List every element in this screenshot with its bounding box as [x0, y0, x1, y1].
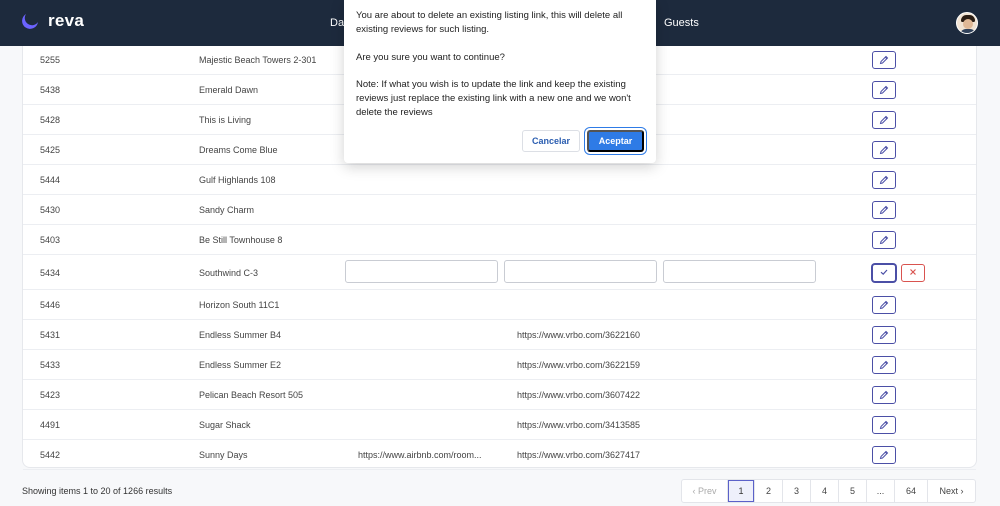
- pencil-icon: [879, 115, 889, 125]
- page-1[interactable]: 1: [728, 480, 755, 502]
- table-row: 5434 Southwind C-3: [23, 255, 976, 290]
- listing-name: Sugar Shack: [199, 420, 251, 430]
- listing-name: Sunny Days: [199, 450, 248, 460]
- pencil-icon: [879, 330, 889, 340]
- reva-logo-icon: [22, 12, 40, 30]
- listing-id: 5255: [40, 55, 61, 65]
- pencil-icon: [879, 450, 889, 460]
- edit-button[interactable]: [872, 141, 896, 159]
- listing-name: Gulf Highlands 108: [199, 175, 276, 185]
- pencil-icon: [879, 85, 889, 95]
- listing-name: Pelican Beach Resort 505: [199, 390, 304, 400]
- confirm-edit-button[interactable]: [872, 263, 896, 282]
- table-row: 5442 Sunny Days https://www.airbnb.com/roo…: [23, 440, 976, 470]
- table-row: 5403 Be Still Townhouse 8: [23, 225, 976, 255]
- dialog-note-text: Note: If what you wish is to update the …: [356, 79, 631, 118]
- edit-button[interactable]: [872, 296, 896, 314]
- pagination: ‹ Prev 1 2 3 4 5... 64 Next ›: [681, 479, 976, 503]
- listing-id: 4491: [40, 420, 61, 430]
- prev-page-button[interactable]: ‹ Prev: [682, 480, 728, 502]
- table-row: 5446 Horizon South 11C1: [23, 290, 976, 320]
- dialog-question-text: Are you sure you want to continue?: [356, 52, 505, 63]
- listing-name: Be Still Townhouse 8: [199, 235, 283, 245]
- listing-name: Emerald Dawn: [199, 85, 259, 95]
- accept-button[interactable]: Aceptar: [587, 130, 644, 152]
- cancel-edit-button[interactable]: [901, 263, 925, 282]
- listing-id: 5434: [40, 267, 61, 278]
- pencil-icon: [879, 420, 889, 430]
- edit-button[interactable]: [872, 416, 896, 434]
- nav-item-guests[interactable]: Guests: [664, 17, 699, 29]
- edit-button[interactable]: [872, 326, 896, 344]
- pencil-icon: [879, 205, 889, 215]
- page-5[interactable]: 5: [839, 480, 867, 502]
- close-icon: [908, 267, 918, 279]
- edit-button[interactable]: [872, 111, 896, 129]
- pencil-icon: [879, 390, 889, 400]
- edit-button[interactable]: [872, 171, 896, 189]
- listing-id: 5423: [40, 390, 61, 400]
- brand-logo[interactable]: reva: [22, 11, 84, 31]
- listing-name: Majestic Beach Towers 2-301: [199, 55, 317, 65]
- table-row: 4491 Sugar Shack https://www.vrbo.com/3413…: [23, 410, 976, 440]
- page-4[interactable]: 4: [811, 480, 839, 502]
- vrbo-link: https://www.vrbo.com/3622159: [517, 360, 641, 370]
- pencil-icon: [879, 360, 889, 370]
- listing-id: 5428: [40, 115, 61, 125]
- listing-name: Sandy Charm: [199, 205, 255, 215]
- confirm-delete-dialog: You are about to delete an existing list…: [344, 0, 656, 163]
- listing-name: This is Living: [199, 115, 252, 125]
- page-64[interactable]: 64: [895, 480, 928, 502]
- cancel-button[interactable]: Cancelar: [522, 130, 580, 152]
- dialog-warning-text: You are about to delete an existing list…: [356, 10, 623, 35]
- vrbo-link: https://www.vrbo.com/3413585: [517, 420, 641, 430]
- listing-name: Horizon South 11C1: [199, 300, 280, 310]
- brand-name: reva: [48, 11, 85, 30]
- results-summary: Showing items 1 to 20 of 1266 results: [22, 486, 173, 496]
- pencil-icon: [879, 145, 889, 155]
- page-3[interactable]: 3: [783, 480, 811, 502]
- vrbo-link: https://www.vrbo.com/3622160: [517, 330, 641, 340]
- pencil-icon: [879, 235, 889, 245]
- check-icon: [879, 267, 889, 279]
- pencil-icon: [879, 300, 889, 310]
- listing-id: 5442: [40, 450, 61, 460]
- link-input-1[interactable]: [345, 260, 498, 283]
- listing-name: Dreams Come Blue: [199, 145, 278, 155]
- pencil-icon: [879, 55, 889, 65]
- table-row: 5423 Pelican Beach Resort 505 https://www.…: [23, 380, 976, 410]
- table-row: 5433 Endless Summer E2 https://www.vrbo.co…: [23, 350, 976, 380]
- link-input-2[interactable]: [504, 260, 657, 283]
- edit-button[interactable]: [872, 231, 896, 249]
- page-2[interactable]: 2: [755, 480, 783, 502]
- edit-button[interactable]: [872, 81, 896, 99]
- edit-button[interactable]: [872, 201, 896, 219]
- listing-id: 5425: [40, 145, 61, 155]
- listing-name: Southwind C-3: [199, 267, 259, 278]
- listing-id: 5438: [40, 85, 61, 95]
- edit-button[interactable]: [872, 446, 896, 464]
- listing-name: Endless Summer B4: [199, 330, 282, 340]
- table-row: 5444 Gulf Highlands 108: [23, 165, 976, 195]
- table-row: 5430 Sandy Charm: [23, 195, 976, 225]
- edit-button[interactable]: [872, 386, 896, 404]
- listing-id: 5446: [40, 300, 61, 310]
- listing-id: 5431: [40, 330, 61, 340]
- link-input-3[interactable]: [663, 260, 816, 283]
- page-ellipsis: ...: [867, 480, 895, 502]
- listing-name: Endless Summer E2: [199, 360, 282, 370]
- next-page-button[interactable]: Next ›: [928, 480, 975, 502]
- vrbo-link: https://www.vrbo.com/3607422: [517, 390, 641, 400]
- table-row: 5431 Endless Summer B4 https://www.vrbo.co…: [23, 320, 976, 350]
- listing-id: 5444: [40, 175, 61, 185]
- listing-id: 5430: [40, 205, 61, 215]
- listing-id: 5403: [40, 235, 61, 245]
- listing-id: 5433: [40, 360, 61, 370]
- user-avatar[interactable]: [956, 12, 978, 34]
- edit-button[interactable]: [872, 356, 896, 374]
- edit-button[interactable]: [872, 51, 896, 69]
- vrbo-link: https://www.vrbo.com/3627417: [517, 450, 641, 460]
- airbnb-link: https://www.airbnb.com/room...: [358, 450, 482, 460]
- pencil-icon: [879, 175, 889, 185]
